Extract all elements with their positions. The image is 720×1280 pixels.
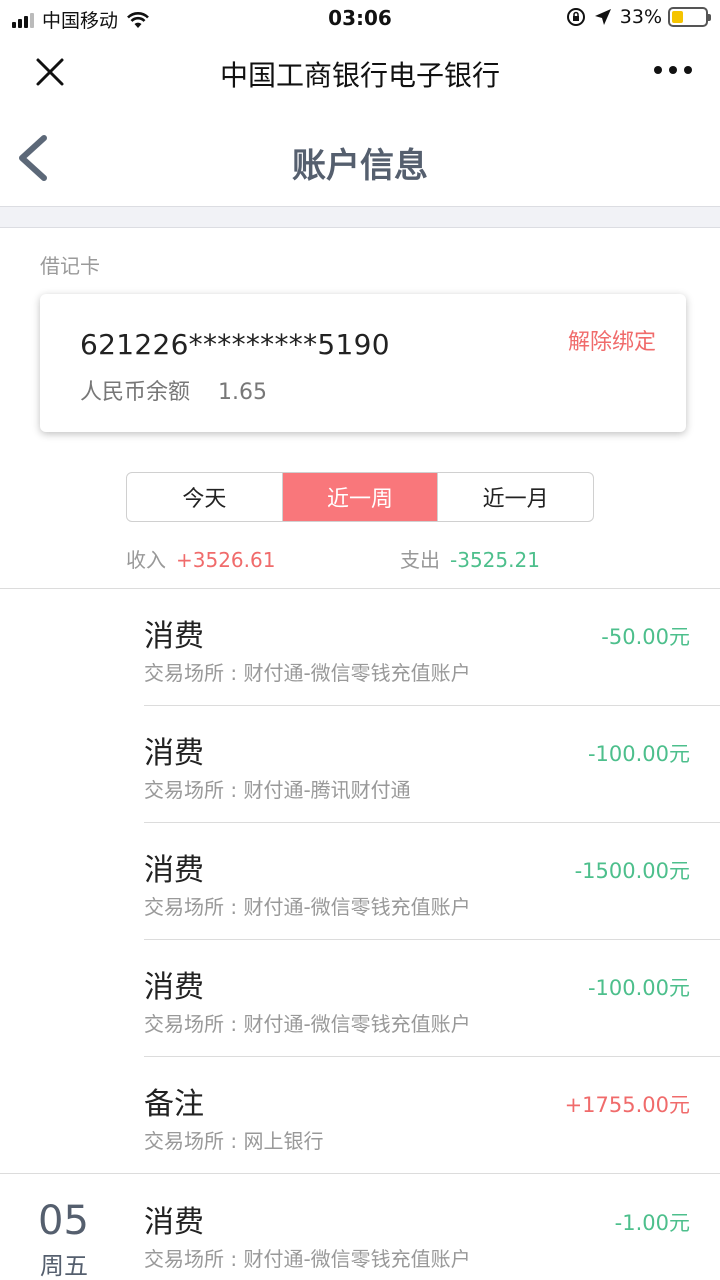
balance-row: 人民币余额 1.65 bbox=[80, 374, 267, 406]
expense-value: -3525.21 bbox=[450, 548, 540, 572]
transaction-type: 消费 bbox=[144, 853, 204, 888]
income-label: 收入 bbox=[126, 548, 166, 572]
transaction-amount: -50.00元 bbox=[601, 625, 690, 649]
tab-today[interactable]: 今天 bbox=[127, 473, 283, 521]
transaction-type: 消费 bbox=[144, 619, 204, 654]
income-summary: 收入 +3526.61 bbox=[126, 544, 275, 573]
page-title: 账户信息 bbox=[292, 146, 428, 186]
tab-week[interactable]: 近一周 bbox=[282, 473, 439, 521]
webview-bar: 中国工商银行电子银行 bbox=[0, 36, 720, 110]
balance-label: 人民币余额 bbox=[80, 380, 191, 405]
transaction-type: 消费 bbox=[144, 1205, 204, 1240]
list-item[interactable]: 消费 交易场所 : 财付通-腾讯财付通 -100.00元 bbox=[144, 706, 720, 823]
transaction-type: 消费 bbox=[144, 970, 204, 1005]
transaction-amount: -100.00元 bbox=[587, 742, 690, 766]
transaction-amount: -100.00元 bbox=[587, 976, 690, 1000]
list-item[interactable]: 消费 交易场所 : 财付通-微信零钱充值账户 -100.00元 bbox=[144, 940, 720, 1057]
battery-icon bbox=[668, 7, 711, 27]
balance-value: 1.65 bbox=[218, 380, 267, 405]
transaction-type: 备注 bbox=[144, 1087, 204, 1122]
transaction-place: 交易场所 : 财付通-微信零钱充值账户 bbox=[144, 1012, 471, 1036]
period-selector: 今天 近一周 近一月 bbox=[126, 472, 594, 522]
transaction-type: 消费 bbox=[144, 736, 204, 771]
page-header: 账户信息 bbox=[0, 110, 720, 206]
status-right: 33% bbox=[566, 6, 711, 28]
income-value: +3526.61 bbox=[176, 548, 276, 572]
tab-month[interactable]: 近一月 bbox=[438, 473, 593, 521]
transaction-place: 交易场所 : 财付通-腾讯财付通 bbox=[144, 778, 411, 802]
transaction-place: 交易场所 : 财付通-微信零钱充值账户 bbox=[144, 1247, 471, 1271]
transaction-amount: -1.00元 bbox=[614, 1211, 690, 1235]
expense-summary: 支出 -3525.21 bbox=[400, 544, 540, 573]
section-divider bbox=[0, 206, 720, 228]
transaction-place: 交易场所 : 财付通-微信零钱充值账户 bbox=[144, 661, 471, 685]
bank-card: 621226*********5190 人民币余额 1.65 解除绑定 bbox=[40, 294, 686, 432]
list-item[interactable]: 消费 交易场所 : 财付通-微信零钱充值账户 -1.00元 bbox=[144, 1175, 720, 1280]
card-number: 621226*********5190 bbox=[80, 328, 390, 361]
transaction-place: 交易场所 : 网上银行 bbox=[144, 1129, 324, 1153]
webview-title: 中国工商银行电子银行 bbox=[219, 59, 500, 92]
battery-percent: 33% bbox=[619, 6, 662, 28]
transaction-place: 交易场所 : 财付通-微信零钱充值账户 bbox=[144, 895, 471, 919]
location-icon bbox=[594, 9, 611, 25]
list-item[interactable]: 消费 交易场所 : 财付通-微信零钱充值账户 -50.00元 bbox=[144, 589, 720, 706]
card-type-label: 借记卡 bbox=[40, 254, 100, 278]
status-bar: 中国移动 03:06 33% bbox=[0, 0, 720, 36]
rotation-lock-icon bbox=[566, 8, 585, 26]
more-icon[interactable] bbox=[647, 66, 692, 74]
group-date-weekday: 周五 bbox=[40, 1252, 88, 1280]
list-item[interactable]: 消费 交易场所 : 财付通-微信零钱充值账户 -1500.00元 bbox=[144, 823, 720, 940]
transaction-amount: +1755.00元 bbox=[564, 1093, 690, 1117]
expense-label: 支出 bbox=[400, 548, 440, 572]
unbind-button[interactable]: 解除绑定 bbox=[568, 324, 656, 356]
group-divider bbox=[0, 1173, 720, 1174]
transaction-amount: -1500.00元 bbox=[574, 859, 690, 883]
list-item[interactable]: 备注 交易场所 : 网上银行 +1755.00元 bbox=[144, 1057, 720, 1174]
battery-level bbox=[672, 11, 683, 23]
group-date-day: 05 bbox=[38, 1198, 89, 1244]
